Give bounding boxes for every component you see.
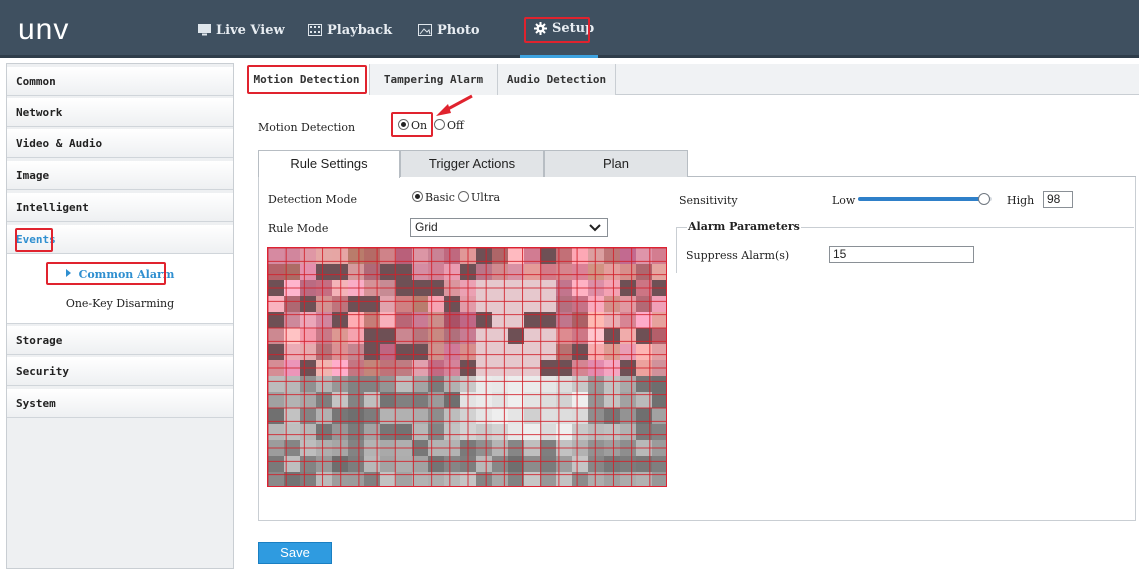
tab-trigger-actions[interactable]: Trigger Actions	[400, 150, 544, 177]
detection-mode-label: Detection Mode	[268, 193, 357, 206]
alarm-parameters-legend: Alarm Parameters	[687, 220, 801, 233]
motion-on-radio[interactable]: On	[398, 119, 427, 132]
monitor-icon	[198, 24, 211, 36]
suppress-alarm-input[interactable]: 15	[829, 246, 974, 263]
sidebar-item-label: Events	[16, 233, 56, 246]
sidebar-item-common[interactable]: Common	[7, 67, 233, 96]
nav-playback[interactable]: Playback	[308, 20, 392, 40]
tab-plan[interactable]: Plan	[544, 150, 688, 177]
caret-right-icon	[65, 269, 71, 277]
radio-selected-icon	[412, 191, 423, 202]
motion-detection-label: Motion Detection	[258, 121, 356, 134]
image-icon	[418, 24, 432, 36]
main-tab-bar: Motion Detection Tampering Alarm Audio D…	[244, 64, 1139, 95]
radio-label: Basic	[425, 191, 455, 204]
radio-label: On	[411, 119, 428, 132]
nav-setup[interactable]: Setup	[528, 18, 600, 38]
nav-label: Photo	[437, 22, 480, 38]
sensitivity-slider[interactable]	[858, 193, 992, 205]
submenu-label: Common Alarm	[78, 268, 175, 281]
sidebar: Common Network Video & Audio Image Intel…	[6, 63, 234, 569]
slider-handle[interactable]	[977, 193, 990, 205]
tab-rule-settings[interactable]: Rule Settings	[258, 150, 400, 178]
radio-unselected-icon	[458, 191, 469, 202]
ultra-radio[interactable]: Ultra	[458, 191, 500, 204]
sub-tab-bar: Rule Settings Trigger Actions Plan	[258, 150, 1136, 178]
tab-motion-detection[interactable]: Motion Detection	[244, 64, 370, 95]
video-frame	[268, 248, 666, 486]
sensitivity-high-label: High	[1007, 194, 1035, 207]
submenu-item-common-alarm[interactable]: Common Alarm	[7, 268, 233, 281]
chevron-down-icon	[589, 224, 601, 232]
suppress-alarm-label: Suppress Alarm(s)	[686, 249, 790, 262]
slider-fill	[858, 197, 984, 201]
film-icon	[308, 24, 322, 36]
sidebar-item-system[interactable]: System	[7, 389, 233, 418]
sidebar-item-security[interactable]: Security	[7, 357, 233, 386]
sidebar-item-storage[interactable]: Storage	[7, 326, 233, 355]
sidebar-item-image[interactable]: Image	[7, 161, 233, 190]
rule-mode-label: Rule Mode	[268, 222, 329, 235]
submenu-item-one-key-disarming[interactable]: One-Key Disarming	[7, 297, 233, 310]
tab-tampering-alarm[interactable]: Tampering Alarm	[370, 64, 498, 95]
radio-selected-icon	[398, 119, 409, 130]
sidebar-item-events[interactable]: Events	[7, 225, 233, 254]
nav-photo[interactable]: Photo	[418, 20, 480, 40]
sensitivity-label: Sensitivity	[679, 194, 738, 207]
events-submenu: Common Alarm One-Key Disarming	[7, 254, 233, 324]
radio-label: Off	[447, 119, 464, 132]
sensitivity-input[interactable]: 98	[1043, 191, 1073, 208]
nav-label: Live View	[216, 22, 285, 38]
motion-off-radio[interactable]: Off	[434, 119, 464, 132]
top-bar: unv Live View Playback Photo Setup	[0, 0, 1139, 58]
nav-label: Playback	[327, 22, 393, 38]
radio-label: Ultra	[471, 191, 501, 204]
video-preview[interactable]	[267, 247, 667, 487]
sidebar-item-video-audio[interactable]: Video & Audio	[7, 129, 233, 158]
save-button[interactable]: Save	[258, 542, 332, 564]
gear-icon	[534, 21, 547, 35]
logo: unv	[18, 13, 70, 46]
sidebar-item-intelligent[interactable]: Intelligent	[7, 193, 233, 222]
tab-audio-detection[interactable]: Audio Detection	[498, 64, 616, 95]
radio-unselected-icon	[434, 119, 445, 130]
rule-mode-select[interactable]: Grid	[410, 218, 608, 237]
nav-live-view[interactable]: Live View	[198, 20, 285, 40]
nav-label: Setup	[552, 20, 595, 36]
basic-radio[interactable]: Basic	[412, 191, 455, 204]
rule-mode-value: Grid	[415, 220, 438, 234]
active-nav-indicator	[520, 55, 598, 58]
sensitivity-low-label: Low	[832, 194, 856, 207]
sidebar-item-network[interactable]: Network	[7, 98, 233, 127]
